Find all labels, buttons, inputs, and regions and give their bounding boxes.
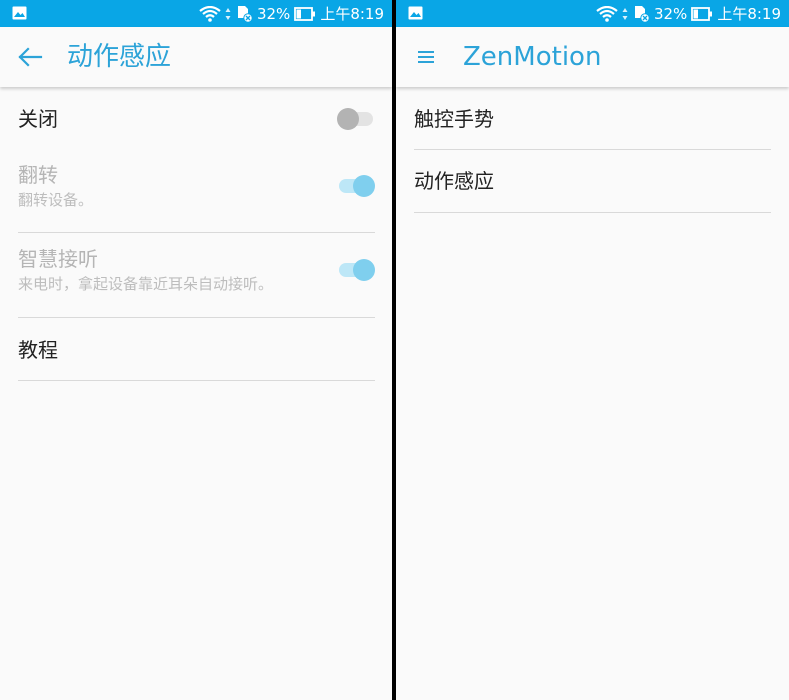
battery-percent: 32% — [256, 4, 291, 23]
page-title: 动作感应 — [67, 42, 172, 72]
wifi-icon — [199, 5, 221, 22]
image-notification-icon — [408, 6, 423, 20]
app-bar: 动作感应 — [0, 27, 392, 87]
zenmotion-screen: 32% 上午8:19 ZenMotion 触控手势 动作感应 — [396, 0, 789, 700]
touch-gesture-row[interactable]: 触控手势 — [414, 88, 771, 150]
motion-sensing-row[interactable]: 动作感应 — [414, 150, 771, 213]
back-arrow-icon[interactable] — [16, 43, 44, 71]
menu-icon[interactable] — [412, 43, 440, 71]
status-bar: 32% 上午8:19 — [0, 0, 392, 27]
motion-sensing-title: 动作感应 — [414, 169, 494, 193]
smart-answer-toggle[interactable] — [337, 257, 375, 281]
flip-title: 翻转 — [18, 163, 58, 187]
settings-list: 关闭 翻转 翻转设备。 智慧接听 来电时，拿起设备靠近耳朵自动接听。 教程 — [0, 88, 392, 381]
tutorial-title: 教程 — [18, 338, 58, 362]
touch-gesture-title: 触控手势 — [414, 107, 494, 131]
status-bar: 32% 上午8:19 — [396, 0, 789, 27]
smart-answer-subtitle: 来电时，拿起设备靠近耳朵自动接听。 — [18, 275, 274, 293]
flip-subtitle: 翻转设备。 — [18, 191, 94, 209]
tutorial-row[interactable]: 教程 — [18, 318, 375, 381]
app-bar: ZenMotion — [396, 27, 789, 87]
image-notification-icon — [12, 6, 27, 20]
master-switch-label: 关闭 — [18, 107, 58, 131]
smart-answer-row[interactable]: 智慧接听 来电时，拿起设备靠近耳朵自动接听。 — [18, 233, 375, 318]
smart-answer-title: 智慧接听 — [18, 247, 98, 271]
flip-toggle[interactable] — [337, 173, 375, 197]
sd-card-error-icon — [634, 5, 650, 23]
sd-card-error-icon — [237, 5, 253, 23]
clock: 上午8:19 — [717, 5, 781, 23]
data-arrows-icon — [622, 7, 628, 20]
flip-row[interactable]: 翻转 翻转设备。 — [18, 149, 375, 233]
battery-icon — [294, 6, 316, 21]
zenmotion-list: 触控手势 动作感应 — [396, 88, 789, 213]
battery-icon — [691, 6, 713, 21]
motion-sensing-screen: 32% 上午8:19 动作感应 关闭 翻转 翻转设备。 智慧接听 来电时，拿起设… — [0, 0, 392, 700]
data-arrows-icon — [225, 7, 231, 20]
master-switch-row[interactable]: 关闭 — [18, 88, 375, 149]
clock: 上午8:19 — [320, 5, 384, 23]
master-switch-toggle[interactable] — [337, 106, 375, 130]
wifi-icon — [596, 5, 618, 22]
battery-percent: 32% — [653, 4, 688, 23]
page-title: ZenMotion — [463, 42, 602, 72]
